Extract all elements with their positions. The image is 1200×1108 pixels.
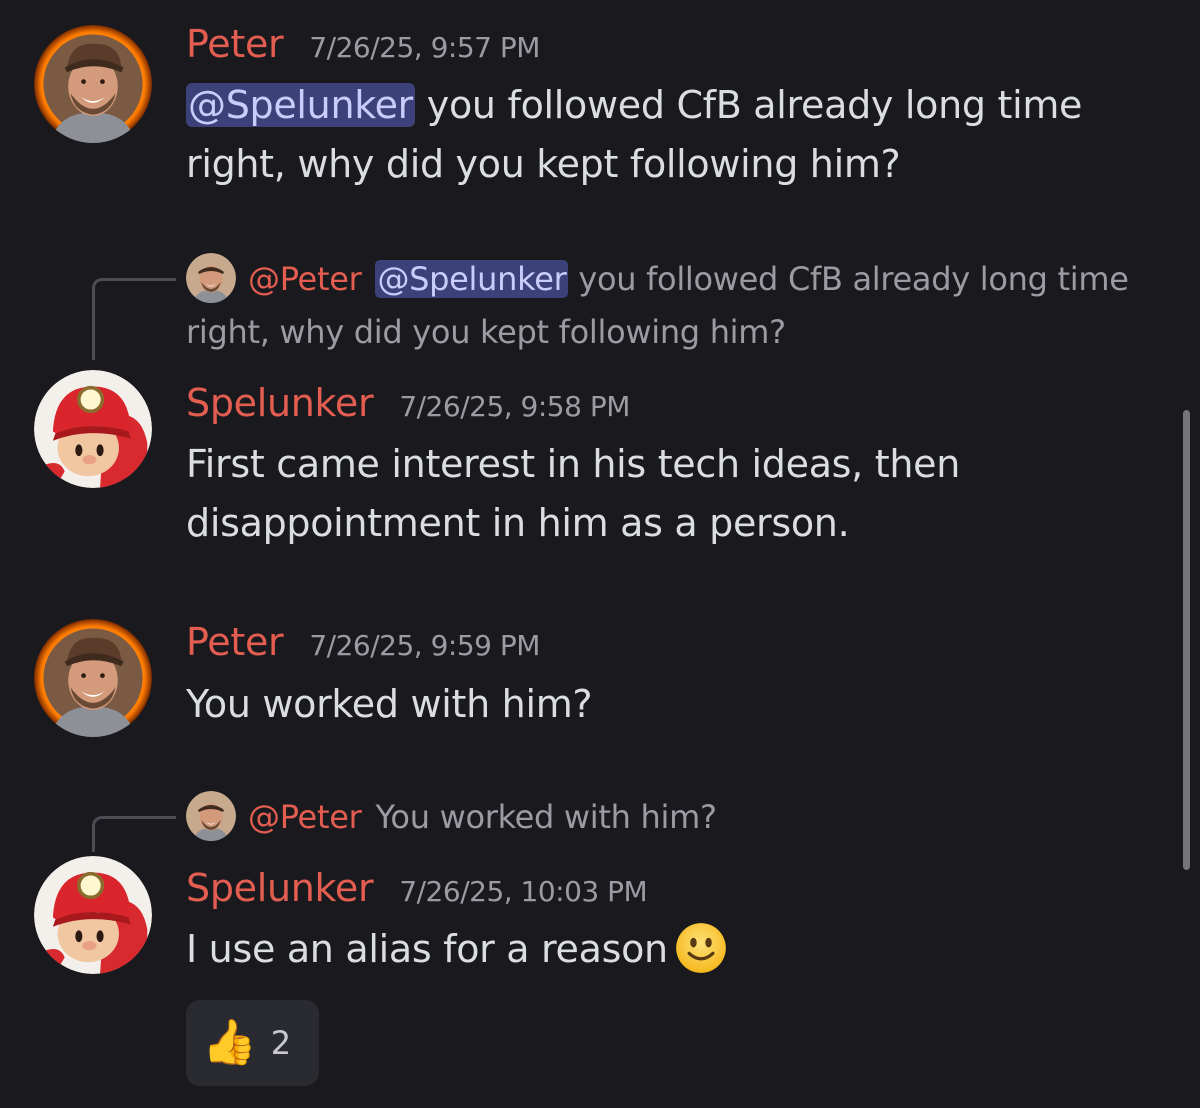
message-text: First came interest in his tech ideas, t… bbox=[186, 442, 960, 545]
message-timestamp: 7/26/25, 9:57 PM bbox=[309, 31, 540, 64]
slightly-smiling-face-icon bbox=[674, 921, 728, 975]
reply-mention: @Spelunker bbox=[375, 260, 569, 298]
peter-reply-avatar bbox=[186, 791, 236, 841]
thumbs-up-icon: 👍 bbox=[202, 1017, 257, 1068]
author-name[interactable]: Spelunker bbox=[186, 866, 374, 910]
message-timestamp: 7/26/25, 9:58 PM bbox=[399, 390, 630, 423]
reply-author[interactable]: @Peter bbox=[248, 798, 362, 836]
message-text: I use an alias for a reason bbox=[186, 927, 668, 971]
message-timestamp: 7/26/25, 9:59 PM bbox=[309, 629, 540, 662]
reply-author[interactable]: @Peter bbox=[248, 260, 362, 298]
author-name[interactable]: Peter bbox=[186, 620, 284, 664]
peter-reply-avatar bbox=[186, 253, 236, 303]
thumbs-up-reaction-button[interactable]: 👍 2 bbox=[186, 1000, 319, 1086]
reply-preview[interactable]: @Peter You worked with him? bbox=[186, 791, 1176, 844]
message-content: First came interest in his tech ideas, t… bbox=[186, 435, 1066, 553]
user-mention[interactable]: @Spelunker bbox=[186, 83, 416, 127]
peter-avatar-image bbox=[34, 619, 152, 737]
reply-text: You worked with him? bbox=[375, 798, 717, 836]
message-content: @Spelunker you followed CfB already long… bbox=[186, 76, 1166, 194]
author-name[interactable]: Peter bbox=[186, 22, 284, 66]
chat-messages: Peter 7/26/25, 9:57 PM @Spelunker you fo… bbox=[0, 0, 1200, 1108]
peter-avatar[interactable] bbox=[34, 25, 152, 143]
message-header: Peter 7/26/25, 9:59 PM bbox=[186, 620, 540, 664]
message-text: You worked with him? bbox=[186, 682, 593, 726]
spelunker-avatar-image bbox=[34, 856, 152, 974]
peter-avatar[interactable] bbox=[34, 619, 152, 737]
peter-avatar-image bbox=[34, 25, 152, 143]
reply-connector bbox=[92, 816, 176, 852]
spelunker-avatar[interactable] bbox=[34, 370, 152, 488]
spelunker-avatar[interactable] bbox=[34, 856, 152, 974]
message-content: I use an alias for a reason bbox=[186, 920, 1166, 979]
author-name[interactable]: Spelunker bbox=[186, 381, 374, 425]
reply-preview[interactable]: @Peter @Spelunker you followed CfB alread… bbox=[186, 253, 1176, 358]
reaction-count: 2 bbox=[270, 1024, 292, 1062]
message-content: You worked with him? bbox=[186, 675, 1166, 734]
scrollbar[interactable] bbox=[1183, 410, 1190, 870]
message-timestamp: 7/26/25, 10:03 PM bbox=[399, 875, 648, 908]
message-header: Spelunker 7/26/25, 10:03 PM bbox=[186, 866, 648, 910]
message-header: Spelunker 7/26/25, 9:58 PM bbox=[186, 381, 630, 425]
reply-connector bbox=[92, 278, 176, 360]
spelunker-avatar-image bbox=[34, 370, 152, 488]
message-header: Peter 7/26/25, 9:57 PM bbox=[186, 22, 540, 66]
